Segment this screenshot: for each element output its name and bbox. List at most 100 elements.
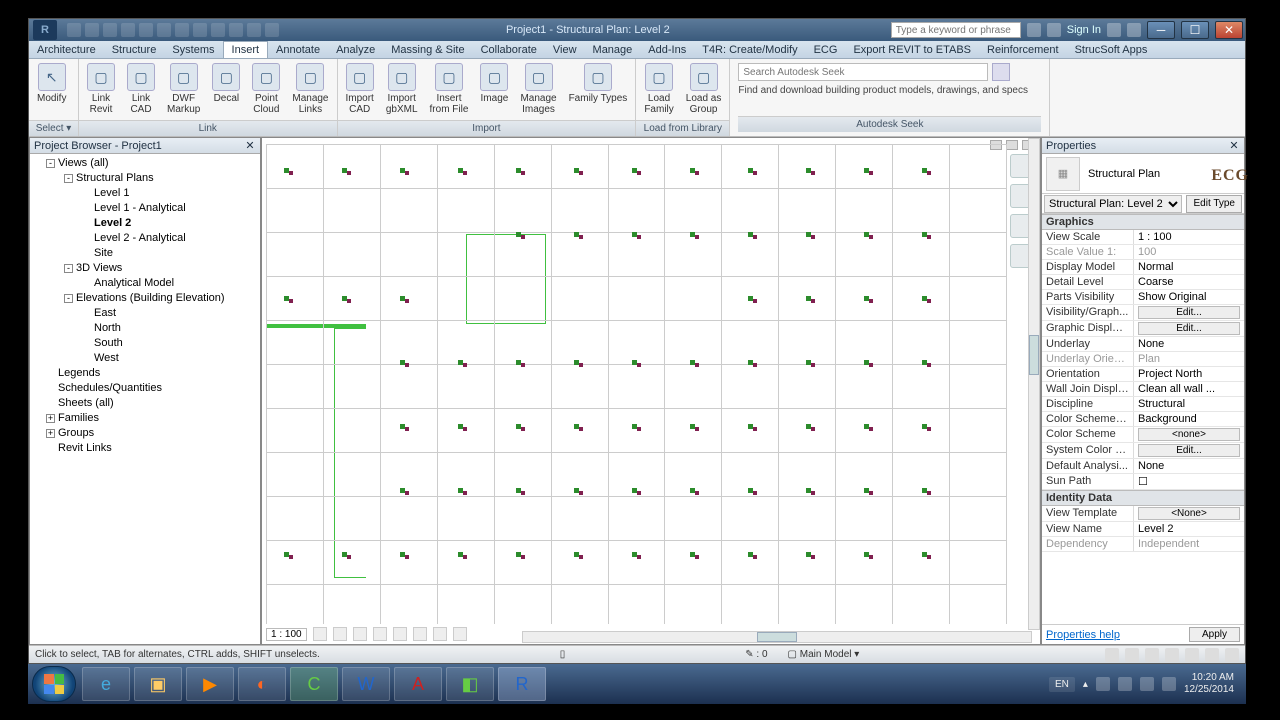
column-marker[interactable] xyxy=(574,232,584,242)
column-marker[interactable] xyxy=(806,232,816,242)
column-marker[interactable] xyxy=(632,168,642,178)
qat-undo-icon[interactable] xyxy=(103,23,117,37)
ribbon-load-as-group-button[interactable]: ▢Load asGroup xyxy=(680,61,728,117)
ribbon-tab-analyze[interactable]: Analyze xyxy=(328,41,383,58)
qat-dim-icon[interactable] xyxy=(193,23,207,37)
tree-east[interactable]: East xyxy=(32,306,258,321)
column-marker[interactable] xyxy=(806,552,816,562)
qat-save-icon[interactable] xyxy=(85,23,99,37)
column-marker[interactable] xyxy=(342,168,352,178)
taskbar-firefox[interactable]: ◐ xyxy=(238,667,286,701)
prop-detail-level[interactable]: Detail LevelCoarse xyxy=(1042,275,1244,290)
column-marker[interactable] xyxy=(632,424,642,434)
instance-selector[interactable]: Structural Plan: Level 2 xyxy=(1044,195,1182,213)
tree-families[interactable]: +Families xyxy=(32,411,258,426)
ribbon-tab-manage[interactable]: Manage xyxy=(585,41,641,58)
ribbon-dwf-markup-button[interactable]: ▢DWFMarkup xyxy=(161,61,206,117)
tree-structural-plans[interactable]: -Structural Plans xyxy=(32,171,258,186)
column-marker[interactable] xyxy=(458,488,468,498)
ribbon-import-cad-button[interactable]: ▢ImportCAD xyxy=(340,61,380,117)
ribbon-insert-from-file-button[interactable]: ▢Insertfrom File xyxy=(424,61,475,117)
ribbon-tab-annotate[interactable]: Annotate xyxy=(268,41,328,58)
prop-view-name[interactable]: View NameLevel 2 xyxy=(1042,522,1244,537)
maximize-button[interactable]: ☐ xyxy=(1181,21,1209,39)
help-search-input[interactable] xyxy=(891,22,1021,38)
column-marker[interactable] xyxy=(342,552,352,562)
tree-level-2-analytical[interactable]: Level 2 - Analytical xyxy=(32,231,258,246)
tree-elevations-building-elevation-[interactable]: -Elevations (Building Elevation) xyxy=(32,291,258,306)
column-marker[interactable] xyxy=(748,552,758,562)
ribbon-manage-images-button[interactable]: ▢ManageImages xyxy=(514,61,562,117)
properties-close-icon[interactable]: ✕ xyxy=(1228,139,1240,152)
column-marker[interactable] xyxy=(284,168,294,178)
prop-color-scheme[interactable]: Color Scheme<none> xyxy=(1042,427,1244,443)
help-icon[interactable] xyxy=(1127,23,1141,37)
column-marker[interactable] xyxy=(806,360,816,370)
exchange-icon[interactable] xyxy=(1107,23,1121,37)
qat-section-icon[interactable] xyxy=(229,23,243,37)
column-marker[interactable] xyxy=(284,552,294,562)
prop-group-graphics[interactable]: Graphics xyxy=(1042,214,1244,230)
column-marker[interactable] xyxy=(400,424,410,434)
ribbon-link-cad-button[interactable]: ▢LinkCAD xyxy=(121,61,161,117)
column-marker[interactable] xyxy=(574,360,584,370)
drag-elements-icon[interactable] xyxy=(1225,648,1239,662)
prop-view-scale[interactable]: View Scale1 : 100 xyxy=(1042,230,1244,245)
visual-style-icon[interactable] xyxy=(333,627,347,641)
prop-orientation[interactable]: OrientationProject North xyxy=(1042,367,1244,382)
column-marker[interactable] xyxy=(748,296,758,306)
select-underlay-icon[interactable] xyxy=(1165,648,1179,662)
taskbar-ie[interactable]: e xyxy=(82,667,130,701)
ribbon-tab-export-revit-to-etabs[interactable]: Export REVIT to ETABS xyxy=(845,41,979,58)
ribbon-tab-ecg[interactable]: ECG xyxy=(806,41,846,58)
search-icon[interactable] xyxy=(1027,23,1041,37)
ribbon-load-family-button[interactable]: ▢LoadFamily xyxy=(638,61,679,117)
column-marker[interactable] xyxy=(864,360,874,370)
column-marker[interactable] xyxy=(922,360,932,370)
qat-print-icon[interactable] xyxy=(139,23,153,37)
shadows-icon[interactable] xyxy=(373,627,387,641)
select-face-icon[interactable] xyxy=(1205,648,1219,662)
qat-open-icon[interactable] xyxy=(67,23,81,37)
ribbon-tab-strucsoft-apps[interactable]: StrucSoft Apps xyxy=(1067,41,1156,58)
ribbon-tab-view[interactable]: View xyxy=(545,41,585,58)
ribbon-image-button[interactable]: ▢Image xyxy=(474,61,514,106)
properties-list[interactable]: GraphicsView Scale1 : 100Scale Value 1:1… xyxy=(1042,214,1244,624)
column-marker[interactable] xyxy=(748,424,758,434)
detail-level-icon[interactable] xyxy=(313,627,327,641)
taskbar-word[interactable]: W xyxy=(342,667,390,701)
sun-path-icon[interactable] xyxy=(353,627,367,641)
system-clock[interactable]: 10:20 AM12/25/2014 xyxy=(1184,672,1242,696)
column-marker[interactable] xyxy=(574,552,584,562)
language-indicator[interactable]: EN xyxy=(1049,677,1075,692)
qat-more-icon[interactable] xyxy=(265,23,279,37)
column-marker[interactable] xyxy=(864,552,874,562)
column-marker[interactable] xyxy=(400,360,410,370)
start-button[interactable] xyxy=(32,666,76,702)
column-marker[interactable] xyxy=(284,296,294,306)
project-browser-tree[interactable]: -Views (all)-Structural PlansLevel 1Leve… xyxy=(30,154,260,644)
column-marker[interactable] xyxy=(516,552,526,562)
prop-parts-visibility[interactable]: Parts VisibilityShow Original xyxy=(1042,290,1244,305)
column-marker[interactable] xyxy=(748,232,758,242)
column-marker[interactable] xyxy=(516,232,526,242)
drawing-canvas[interactable]: 1 : 100 xyxy=(261,137,1041,645)
column-marker[interactable] xyxy=(574,424,584,434)
tree-schedules-quantities[interactable]: Schedules/Quantities xyxy=(32,381,258,396)
view-scale[interactable]: 1 : 100 xyxy=(266,628,307,641)
column-marker[interactable] xyxy=(922,296,932,306)
ribbon-link-revit-button[interactable]: ▢LinkRevit xyxy=(81,61,121,117)
properties-help-link[interactable]: Properties help xyxy=(1046,629,1120,641)
column-marker[interactable] xyxy=(516,360,526,370)
tree-level-2[interactable]: Level 2 xyxy=(32,216,258,231)
column-marker[interactable] xyxy=(690,424,700,434)
tree-legends[interactable]: Legends xyxy=(32,366,258,381)
crop-icon[interactable] xyxy=(393,627,407,641)
prop-discipline[interactable]: DisciplineStructural xyxy=(1042,397,1244,412)
column-marker[interactable] xyxy=(458,552,468,562)
ribbon-tab-systems[interactable]: Systems xyxy=(164,41,222,58)
apply-button[interactable]: Apply xyxy=(1189,627,1240,642)
ribbon-tab-structure[interactable]: Structure xyxy=(104,41,165,58)
tree-3d-views[interactable]: -3D Views xyxy=(32,261,258,276)
tray-chevron-icon[interactable]: ▴ xyxy=(1083,679,1088,690)
